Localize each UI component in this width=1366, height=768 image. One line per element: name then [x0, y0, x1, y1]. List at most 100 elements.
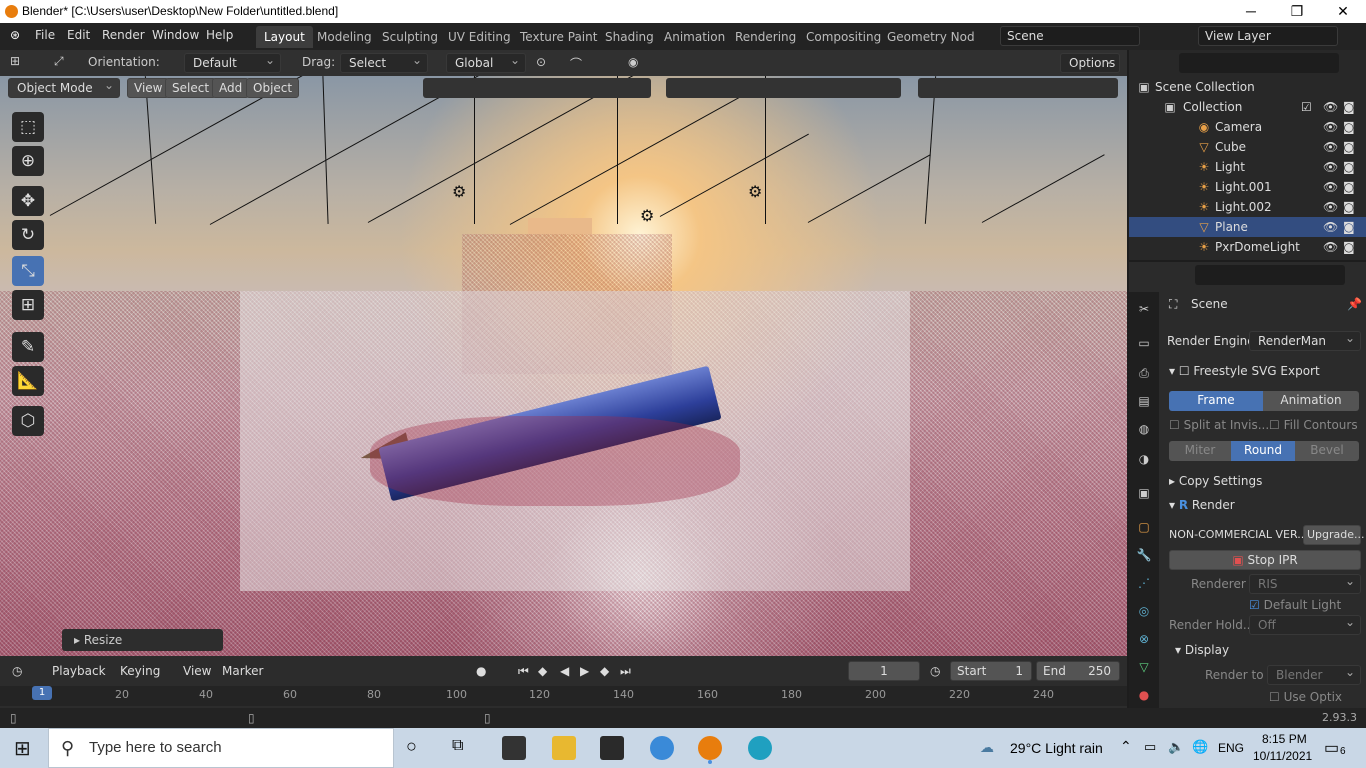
transform-tool-icon[interactable]: ⊞ — [12, 290, 44, 320]
visibility-icon[interactable]: 👁 — [1323, 237, 1338, 257]
rotate-tool-icon[interactable]: ↻ — [12, 220, 44, 250]
play-reverse-icon[interactable]: ◀ — [560, 660, 569, 682]
play-icon[interactable]: ▶ — [580, 660, 589, 682]
tab-texture-paint[interactable]: Texture Paint — [512, 26, 605, 48]
menu-edit[interactable]: Edit — [67, 28, 90, 42]
overlay-tools[interactable] — [666, 78, 901, 98]
mail-icon[interactable] — [502, 736, 526, 760]
visibility-icon[interactable]: 👁 — [1323, 117, 1338, 137]
clock-date[interactable]: 10/11/2021 — [1253, 749, 1312, 763]
render-engine-dropdown[interactable]: RenderMan — [1249, 329, 1361, 351]
fill-contours-checkbox[interactable]: ☐ Fill Contours — [1269, 414, 1358, 436]
visibility-icon[interactable]: 👁 — [1323, 197, 1338, 217]
outliner-item-light-002[interactable]: ☀ Light.002 👁 ◙ — [1129, 197, 1366, 217]
render-hold-dropdown[interactable]: Off — [1249, 613, 1361, 635]
render-icon[interactable]: ◙ — [1343, 117, 1355, 137]
render-icon[interactable]: ◙ — [1343, 157, 1355, 177]
visibility-icon[interactable]: 👁 — [1323, 137, 1338, 157]
visibility-icon[interactable]: 👁 — [1323, 217, 1338, 237]
move-tool-icon[interactable]: ✥ — [12, 186, 44, 216]
constraints-tab-icon[interactable]: ⊗ — [1135, 630, 1153, 648]
menu-view[interactable]: View — [127, 78, 170, 98]
store-icon[interactable] — [600, 736, 624, 760]
upgrade-button[interactable]: Upgrade... — [1303, 525, 1365, 545]
view-layer-selector[interactable]: View Layer — [1198, 26, 1338, 46]
blender-taskbar-icon[interactable] — [698, 736, 722, 760]
outliner-item-camera[interactable]: ◉ Camera 👁 ◙ — [1129, 117, 1366, 137]
light-gizmo-icon[interactable]: ⚙ — [748, 182, 762, 201]
round-toggle[interactable]: Round — [1231, 441, 1295, 461]
menu-render[interactable]: Render — [102, 28, 145, 42]
select-mode-tools[interactable] — [423, 78, 651, 98]
tab-shading[interactable]: Shading — [597, 26, 662, 48]
render-tab-icon[interactable]: ▭ — [1135, 334, 1153, 352]
visibility-icon[interactable]: 👁 — [1323, 157, 1338, 177]
prev-keyframe-icon[interactable]: ◆ — [538, 660, 547, 682]
menu-help[interactable]: Help — [206, 28, 233, 42]
chevron-up-icon[interactable]: ⌃ — [1120, 738, 1132, 755]
menu-add[interactable]: Add — [212, 78, 250, 98]
next-keyframe-icon[interactable]: ◆ — [600, 660, 609, 682]
miter-toggle[interactable]: Miter — [1169, 441, 1231, 461]
cortana-icon[interactable]: ○ — [406, 736, 417, 757]
language-indicator[interactable]: ENG — [1218, 741, 1244, 755]
tool-tab-icon[interactable]: ✂ — [1135, 300, 1153, 318]
render-icon[interactable]: ◙ — [1343, 197, 1355, 217]
timeline-view-menu[interactable]: View — [183, 660, 211, 682]
outliner-item-light[interactable]: ☀ Light 👁 ◙ — [1129, 157, 1366, 177]
playback-menu[interactable]: Playback — [52, 660, 106, 682]
network-icon[interactable]: 🌐 — [1192, 739, 1208, 755]
light-gizmo-icon[interactable]: ⚙ — [640, 206, 654, 225]
scale-tool-icon[interactable]: ⤡ — [12, 256, 44, 286]
tab-layout[interactable]: Layout — [256, 26, 313, 48]
drag-dropdown[interactable]: Select Box — [340, 51, 428, 88]
collection-row[interactable]: ▣ Collection ☑ 👁 ◙ — [1129, 97, 1366, 117]
cursor-tool-icon[interactable]: ⊕ — [12, 146, 44, 176]
animation-toggle[interactable]: Animation — [1263, 391, 1359, 411]
object-tab-icon[interactable]: ▢ — [1135, 518, 1153, 536]
visibility-icon[interactable]: 👁 — [1323, 177, 1338, 197]
copy-settings-panel[interactable]: ▸ Copy Settings — [1169, 470, 1262, 492]
annotate-tool-icon[interactable]: ✎ — [12, 332, 44, 362]
scene-selector[interactable]: Scene — [1000, 26, 1140, 46]
pin-icon[interactable]: 📌 — [1347, 293, 1362, 315]
editor-type-icon[interactable]: ⊞ — [10, 54, 20, 68]
material-tab-icon[interactable]: ● — [1135, 686, 1153, 704]
frame-ruler[interactable]: 1 20 40 60 80 100 120 140 160 180 200 22… — [0, 686, 1127, 706]
start-frame-field[interactable]: Start 1 — [950, 661, 1032, 681]
resize-operator-panel[interactable]: ▸ Resize — [62, 629, 223, 651]
maximize-button[interactable]: ❐ — [1274, 0, 1320, 23]
output-tab-icon[interactable]: ⎙ — [1135, 364, 1153, 382]
render-icon[interactable]: ◙ — [1343, 217, 1355, 237]
tab-modeling[interactable]: Modeling — [309, 26, 380, 48]
menu-select[interactable]: Select — [165, 78, 217, 98]
close-button[interactable]: ✕ — [1320, 0, 1366, 23]
menu-file[interactable]: File — [35, 28, 55, 42]
scene-collection-row[interactable]: ▣ Scene Collection — [1129, 77, 1366, 97]
jump-end-icon[interactable]: ⏭ — [620, 660, 631, 682]
select-box-tool-icon[interactable]: ⬚ — [12, 112, 44, 142]
clock-time[interactable]: 8:15 PM — [1262, 732, 1307, 746]
measure-tool-icon[interactable]: 📐 — [12, 366, 44, 396]
jump-start-icon[interactable]: ⏮ — [518, 660, 529, 682]
bevel-toggle[interactable]: Bevel — [1295, 441, 1359, 461]
clock-icon[interactable]: ◷ — [930, 660, 940, 682]
freestyle-panel[interactable]: ▾ ☐ Freestyle SVG Export — [1169, 360, 1320, 382]
collection-tab-icon[interactable]: ▣ — [1135, 484, 1153, 502]
blender-menu-icon[interactable]: ⊛ — [10, 28, 20, 42]
volume-icon[interactable]: 🔈 — [1168, 739, 1184, 755]
task-view-icon[interactable]: ⧉ — [452, 737, 463, 755]
render-icon[interactable]: ◙ — [1343, 177, 1355, 197]
render-icon[interactable]: ◙ — [1343, 237, 1355, 257]
chrome-icon[interactable] — [650, 736, 674, 760]
taskbar-search[interactable]: ⚲ Type here to search — [48, 728, 394, 768]
menu-window[interactable]: Window — [152, 28, 199, 42]
proportional-edit-icon[interactable]: ◉ — [628, 55, 638, 69]
render-icon[interactable]: ◙ — [1343, 137, 1355, 157]
particles-tab-icon[interactable]: ⋰ — [1135, 574, 1153, 592]
outliner-item-pxrdomelight[interactable]: ☀ PxrDomeLight 👁 ◙ — [1129, 237, 1366, 257]
view-layer-tab-icon[interactable]: ▤ — [1135, 392, 1153, 410]
tab-sculpting[interactable]: Sculpting — [374, 26, 446, 48]
properties-search[interactable] — [1195, 265, 1345, 285]
tab-geometry-nodes[interactable]: Geometry Nod — [879, 26, 983, 48]
